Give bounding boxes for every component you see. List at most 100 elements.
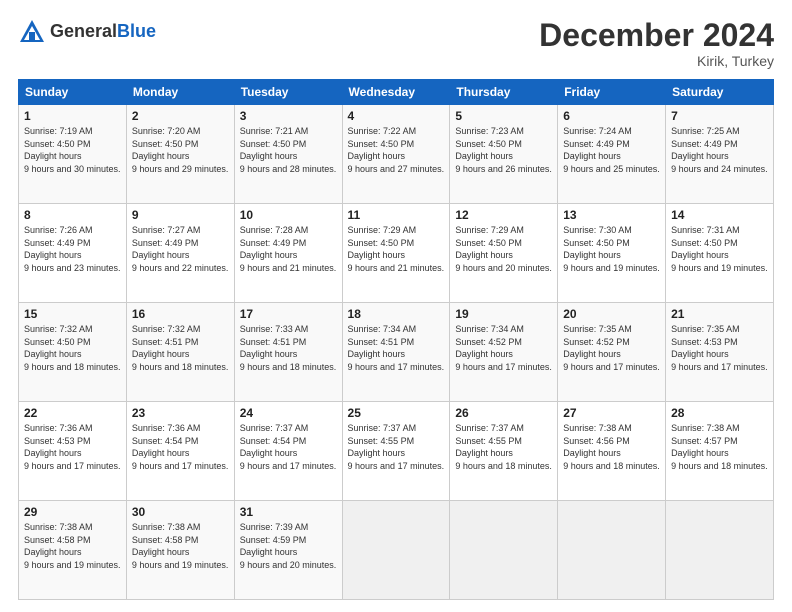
- day-number: 15: [24, 307, 121, 321]
- table-row: 31 Sunrise: 7:39 AMSunset: 4:59 PMDayligh…: [234, 501, 342, 600]
- day-info: Sunrise: 7:37 AMSunset: 4:54 PMDaylight …: [240, 423, 337, 471]
- day-info: Sunrise: 7:38 AMSunset: 4:56 PMDaylight …: [563, 423, 660, 471]
- day-info: Sunrise: 7:35 AMSunset: 4:52 PMDaylight …: [563, 324, 660, 372]
- day-number: 8: [24, 208, 121, 222]
- day-info: Sunrise: 7:22 AMSunset: 4:50 PMDaylight …: [348, 126, 445, 174]
- header: GeneralBlue December 2024 Kirik, Turkey: [18, 18, 774, 69]
- table-row: 25Sunrise: 7:37 AMSunset: 4:55 PMDayligh…: [342, 402, 450, 501]
- table-row: 7 Sunrise: 7:25 AMSunset: 4:49 PMDaylight…: [666, 105, 774, 204]
- day-info: Sunrise: 7:38 AMSunset: 4:58 PMDaylight …: [132, 522, 229, 570]
- table-row: 6 Sunrise: 7:24 AMSunset: 4:49 PMDaylight…: [558, 105, 666, 204]
- day-number: 22: [24, 406, 121, 420]
- table-row: 15 Sunrise: 7:32 AMSunset: 4:50 PMDayligh…: [19, 303, 127, 402]
- table-row: 5Sunrise: 7:23 AMSunset: 4:50 PMDaylight…: [450, 105, 558, 204]
- day-info: Sunrise: 7:26 AMSunset: 4:49 PMDaylight …: [24, 225, 121, 273]
- day-number: 12: [455, 208, 552, 222]
- day-number: 6: [563, 109, 660, 123]
- day-number: 25: [348, 406, 445, 420]
- day-info: Sunrise: 7:32 AMSunset: 4:51 PMDaylight …: [132, 324, 229, 372]
- table-row: 1Sunrise: 7:19 AMSunset: 4:50 PMDaylight…: [19, 105, 127, 204]
- day-info: Sunrise: 7:32 AMSunset: 4:50 PMDaylight …: [24, 324, 121, 372]
- day-info: Sunrise: 7:36 AMSunset: 4:54 PMDaylight …: [132, 423, 229, 471]
- table-row: 26 Sunrise: 7:37 AMSunset: 4:55 PMDayligh…: [450, 402, 558, 501]
- day-info: Sunrise: 7:19 AMSunset: 4:50 PMDaylight …: [24, 126, 121, 174]
- table-row: 17 Sunrise: 7:33 AMSunset: 4:51 PMDayligh…: [234, 303, 342, 402]
- col-tuesday: Tuesday: [234, 80, 342, 105]
- table-row: 12 Sunrise: 7:29 AMSunset: 4:50 PMDayligh…: [450, 204, 558, 303]
- table-row: 30 Sunrise: 7:38 AMSunset: 4:58 PMDayligh…: [126, 501, 234, 600]
- day-info: Sunrise: 7:21 AMSunset: 4:50 PMDaylight …: [240, 126, 337, 174]
- day-number: 19: [455, 307, 552, 321]
- table-row: 2Sunrise: 7:20 AMSunset: 4:50 PMDaylight…: [126, 105, 234, 204]
- table-row: 29 Sunrise: 7:38 AMSunset: 4:58 PMDayligh…: [19, 501, 127, 600]
- logo-text: GeneralBlue: [50, 22, 156, 42]
- logo-blue: Blue: [117, 21, 156, 41]
- day-number: 2: [132, 109, 229, 123]
- day-number: 24: [240, 406, 337, 420]
- col-friday: Friday: [558, 80, 666, 105]
- table-row: [558, 501, 666, 600]
- day-number: 26: [455, 406, 552, 420]
- table-row: [342, 501, 450, 600]
- day-info: Sunrise: 7:24 AMSunset: 4:49 PMDaylight …: [563, 126, 660, 174]
- day-number: 31: [240, 505, 337, 519]
- day-number: 13: [563, 208, 660, 222]
- day-number: 28: [671, 406, 768, 420]
- day-info: Sunrise: 7:34 AMSunset: 4:52 PMDaylight …: [455, 324, 552, 372]
- table-row: 9Sunrise: 7:27 AMSunset: 4:49 PMDaylight…: [126, 204, 234, 303]
- table-row: 28 Sunrise: 7:38 AMSunset: 4:57 PMDayligh…: [666, 402, 774, 501]
- calendar: Sunday Monday Tuesday Wednesday Thursday…: [18, 79, 774, 600]
- col-wednesday: Wednesday: [342, 80, 450, 105]
- table-row: [666, 501, 774, 600]
- col-thursday: Thursday: [450, 80, 558, 105]
- logo-icon: [18, 18, 46, 46]
- day-number: 7: [671, 109, 768, 123]
- day-info: Sunrise: 7:25 AMSunset: 4:49 PMDaylight …: [671, 126, 768, 174]
- day-info: Sunrise: 7:35 AMSunset: 4:53 PMDaylight …: [671, 324, 768, 372]
- table-row: 20 Sunrise: 7:35 AMSunset: 4:52 PMDayligh…: [558, 303, 666, 402]
- table-row: 11Sunrise: 7:29 AMSunset: 4:50 PMDayligh…: [342, 204, 450, 303]
- table-row: 13 Sunrise: 7:30 AMSunset: 4:50 PMDayligh…: [558, 204, 666, 303]
- table-row: 22 Sunrise: 7:36 AMSunset: 4:53 PMDayligh…: [19, 402, 127, 501]
- day-number: 23: [132, 406, 229, 420]
- page: GeneralBlue December 2024 Kirik, Turkey …: [0, 0, 792, 612]
- day-number: 17: [240, 307, 337, 321]
- day-number: 10: [240, 208, 337, 222]
- month-title: December 2024: [539, 18, 774, 53]
- day-number: 29: [24, 505, 121, 519]
- day-number: 3: [240, 109, 337, 123]
- day-number: 30: [132, 505, 229, 519]
- day-info: Sunrise: 7:28 AMSunset: 4:49 PMDaylight …: [240, 225, 337, 273]
- day-info: Sunrise: 7:38 AMSunset: 4:58 PMDaylight …: [24, 522, 121, 570]
- day-number: 14: [671, 208, 768, 222]
- table-row: [450, 501, 558, 600]
- day-number: 16: [132, 307, 229, 321]
- day-number: 20: [563, 307, 660, 321]
- day-info: Sunrise: 7:36 AMSunset: 4:53 PMDaylight …: [24, 423, 121, 471]
- day-info: Sunrise: 7:29 AMSunset: 4:50 PMDaylight …: [455, 225, 552, 273]
- logo: GeneralBlue: [18, 18, 156, 46]
- table-row: 10 Sunrise: 7:28 AMSunset: 4:49 PMDayligh…: [234, 204, 342, 303]
- table-row: 8 Sunrise: 7:26 AMSunset: 4:49 PMDaylight…: [19, 204, 127, 303]
- day-info: Sunrise: 7:33 AMSunset: 4:51 PMDaylight …: [240, 324, 337, 372]
- col-sunday: Sunday: [19, 80, 127, 105]
- title-area: December 2024 Kirik, Turkey: [539, 18, 774, 69]
- logo-general: General: [50, 21, 117, 41]
- day-info: Sunrise: 7:27 AMSunset: 4:49 PMDaylight …: [132, 225, 229, 273]
- table-row: 21Sunrise: 7:35 AMSunset: 4:53 PMDayligh…: [666, 303, 774, 402]
- day-info: Sunrise: 7:39 AMSunset: 4:59 PMDaylight …: [240, 522, 337, 570]
- table-row: 24 Sunrise: 7:37 AMSunset: 4:54 PMDayligh…: [234, 402, 342, 501]
- day-number: 4: [348, 109, 445, 123]
- day-info: Sunrise: 7:37 AMSunset: 4:55 PMDaylight …: [455, 423, 552, 471]
- day-info: Sunrise: 7:23 AMSunset: 4:50 PMDaylight …: [455, 126, 552, 174]
- table-row: 4 Sunrise: 7:22 AMSunset: 4:50 PMDaylight…: [342, 105, 450, 204]
- col-saturday: Saturday: [666, 80, 774, 105]
- table-row: 23 Sunrise: 7:36 AMSunset: 4:54 PMDayligh…: [126, 402, 234, 501]
- table-row: 19 Sunrise: 7:34 AMSunset: 4:52 PMDayligh…: [450, 303, 558, 402]
- day-info: Sunrise: 7:38 AMSunset: 4:57 PMDaylight …: [671, 423, 768, 471]
- day-info: Sunrise: 7:34 AMSunset: 4:51 PMDaylight …: [348, 324, 445, 372]
- day-number: 11: [348, 208, 445, 222]
- day-info: Sunrise: 7:31 AMSunset: 4:50 PMDaylight …: [671, 225, 768, 273]
- table-row: 27Sunrise: 7:38 AMSunset: 4:56 PMDayligh…: [558, 402, 666, 501]
- day-info: Sunrise: 7:30 AMSunset: 4:50 PMDaylight …: [563, 225, 660, 273]
